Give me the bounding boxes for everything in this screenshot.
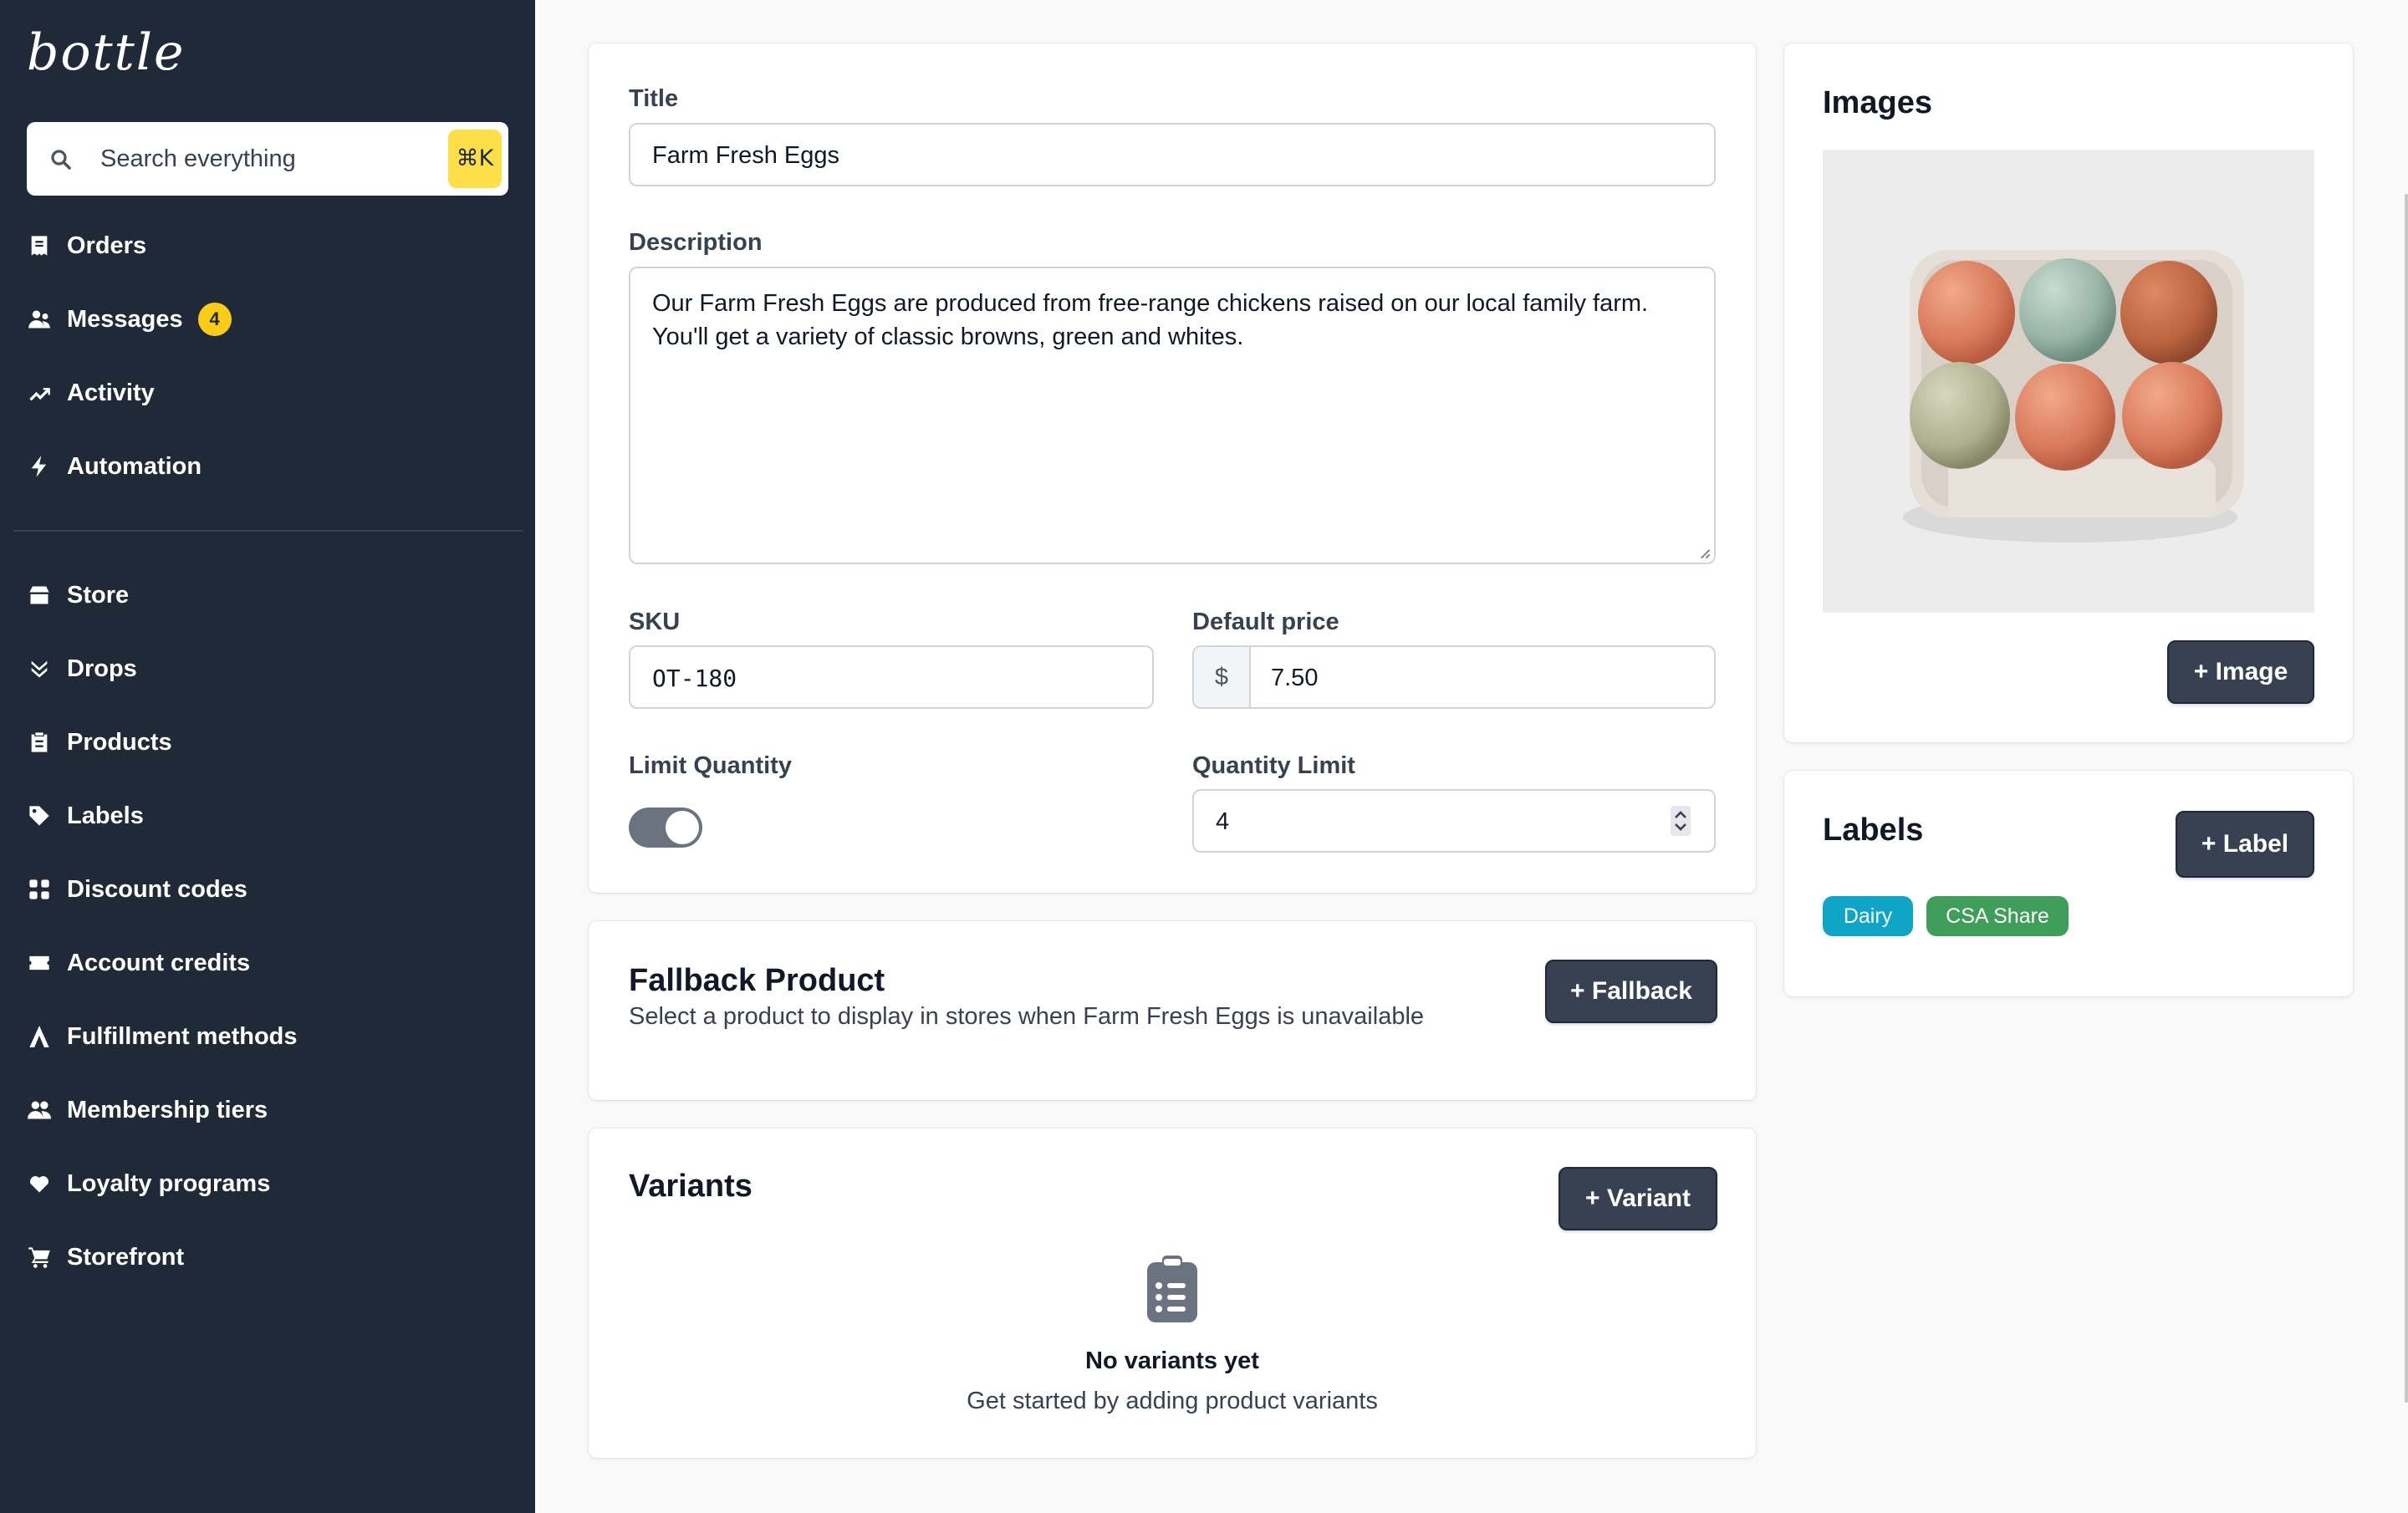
sidebar-item-automation[interactable]: Automation [27, 441, 202, 492]
product-image[interactable] [1823, 150, 2314, 613]
sidebar-item-membership-tiers[interactable]: Membership tiers [27, 1085, 268, 1135]
sidebar-item-label: Fulfillment methods [67, 1022, 298, 1050]
sidebar-item-label: Loyalty programs [67, 1169, 271, 1197]
sidebar-item-loyalty-programs[interactable]: Loyalty programs [27, 1159, 270, 1209]
chevrons-down-icon [27, 656, 52, 681]
resize-handle-icon[interactable] [1699, 548, 1711, 559]
title-label: Title [629, 85, 679, 112]
title-input[interactable]: Farm Fresh Eggs [629, 123, 1716, 186]
sku-label: SKU [629, 609, 681, 635]
search-input[interactable]: Search everything ⌘K [27, 122, 508, 196]
description-value: Our Farm Fresh Eggs are produced from fr… [652, 290, 1649, 350]
labels-title: Labels [1823, 813, 1924, 848]
quantity-limit-stepper[interactable]: 4 [1192, 789, 1716, 853]
sidebar-item-label: Storefront [67, 1243, 185, 1271]
sidebar-item-labels[interactable]: Labels [27, 791, 144, 841]
sidebar-item-activity[interactable]: Activity [27, 368, 155, 418]
sidebar-item-drops[interactable]: Drops [27, 644, 137, 694]
add-variant-button[interactable]: + Variant [1559, 1167, 1717, 1230]
images-title: Images [1823, 85, 1932, 120]
ticket-icon [27, 950, 52, 976]
limit-quantity-toggle[interactable] [629, 807, 702, 848]
fallback-subtitle: Select a product to display in stores wh… [629, 1003, 1425, 1030]
sidebar-item-label: Labels [67, 802, 144, 829]
page-scrollbar[interactable] [2405, 194, 2408, 1403]
images-card: Images + Image [1784, 43, 2353, 742]
quantity-limit-label: Quantity Limit [1192, 752, 1355, 779]
sidebar-item-label: Messages [67, 305, 183, 333]
grid-icon [27, 877, 52, 902]
add-label-button[interactable]: + Label [2176, 811, 2314, 878]
app-logo[interactable]: bottle [27, 23, 185, 82]
sidebar-item-label: Drops [67, 655, 137, 682]
cart-icon [27, 1245, 52, 1270]
default-price-label: Default price [1192, 609, 1339, 635]
empty-state-title: No variants yet [1085, 1347, 1259, 1374]
price-value: 7.50 [1271, 665, 1319, 691]
labels-card: Labels + Label Dairy CSA Share [1784, 771, 2353, 996]
label-tag-dairy[interactable]: Dairy [1823, 896, 1913, 936]
users-icon [27, 1098, 52, 1123]
sidebar-item-label: Discount codes [67, 875, 247, 903]
product-details-card: Title Farm Fresh Eggs Description Our Fa… [589, 43, 1756, 893]
sku-value: OT-180 [652, 665, 737, 692]
sidebar-item-label: Membership tiers [67, 1096, 268, 1123]
tag-icon [27, 803, 52, 828]
heart-icon [27, 1171, 52, 1196]
sidebar-item-messages[interactable]: Messages 4 [27, 294, 232, 344]
quantity-limit-value: 4 [1216, 808, 1230, 835]
empty-state-subtitle: Get started by adding product variants [967, 1388, 1378, 1414]
sidebar-item-label: Activity [67, 379, 155, 406]
users-icon [27, 307, 52, 332]
variants-title: Variants [629, 1169, 752, 1204]
variants-card: Variants + Variant No variants yet Get s… [589, 1128, 1756, 1458]
fallback-title: Fallback Product [629, 963, 885, 998]
sku-input[interactable]: OT-180 [629, 645, 1154, 709]
sidebar-item-label: Orders [67, 232, 147, 259]
egg-carton-image [1823, 150, 2314, 613]
sidebar-item-label: Products [67, 728, 172, 756]
sidebar-item-fulfillment-methods[interactable]: Fulfillment methods [27, 1011, 298, 1062]
messages-count-badge: 4 [197, 303, 232, 336]
price-input[interactable]: $ 7.50 [1192, 645, 1716, 709]
triangle-icon [27, 1024, 52, 1049]
receipt-icon [27, 233, 52, 258]
description-textarea[interactable]: Our Farm Fresh Eggs are produced from fr… [629, 267, 1716, 564]
label-tag-csa-share[interactable]: CSA Share [1926, 896, 2069, 936]
sidebar-divider [13, 530, 523, 532]
sidebar-item-store[interactable]: Store [27, 570, 129, 620]
sidebar-item-discount-codes[interactable]: Discount codes [27, 864, 247, 914]
sidebar-item-orders[interactable]: Orders [27, 221, 146, 271]
stepper-arrows-icon[interactable] [1671, 806, 1691, 836]
search-placeholder: Search everything [100, 145, 296, 172]
toggle-knob [666, 811, 699, 844]
add-image-button[interactable]: + Image [2167, 640, 2314, 704]
sidebar-item-account-credits[interactable]: Account credits [27, 938, 250, 988]
trending-up-icon [27, 380, 52, 405]
fallback-product-card: Fallback Product Select a product to dis… [589, 921, 1756, 1100]
currency-addon: $ [1194, 647, 1251, 707]
store-icon [27, 583, 52, 608]
clipboard-list-icon [1147, 1256, 1197, 1322]
add-fallback-button[interactable]: + Fallback [1545, 960, 1717, 1023]
description-label: Description [629, 229, 763, 256]
search-shortcut-badge: ⌘K [448, 130, 502, 188]
sidebar-item-label: Store [67, 581, 130, 609]
sidebar: bottle Search everything ⌘K Orders Messa… [0, 0, 535, 1513]
sidebar-item-label: Account credits [67, 949, 251, 976]
limit-quantity-label: Limit Quantity [629, 752, 792, 779]
clipboard-icon [27, 730, 52, 755]
sidebar-item-label: Automation [67, 452, 202, 480]
sidebar-item-storefront[interactable]: Storefront [27, 1232, 184, 1282]
sidebar-item-products[interactable]: Products [27, 717, 172, 767]
bolt-icon [27, 454, 52, 479]
title-value: Farm Fresh Eggs [652, 142, 839, 169]
search-icon [51, 150, 71, 170]
